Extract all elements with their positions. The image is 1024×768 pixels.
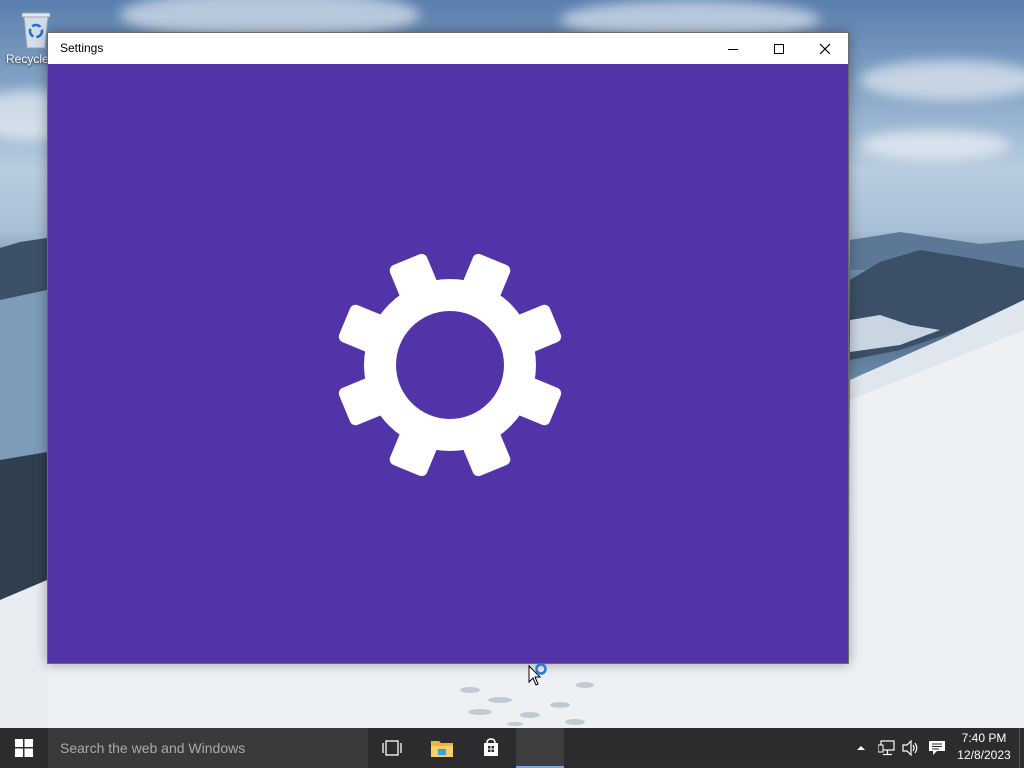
file-explorer-button[interactable] [418, 728, 466, 768]
maximize-icon [774, 43, 784, 54]
search-placeholder: Search the web and Windows [60, 740, 246, 756]
windows-logo-icon [15, 739, 33, 757]
search-box[interactable]: Search the web and Windows [48, 728, 368, 768]
action-center-button[interactable] [926, 728, 948, 768]
volume-button[interactable] [900, 728, 922, 768]
task-view-icon [382, 740, 402, 756]
minimize-button[interactable] [710, 33, 756, 64]
start-button[interactable] [0, 728, 48, 768]
clock-time: 7:40 PM [961, 731, 1007, 745]
desktop: Recycle Bin Settings Search the web and … [0, 0, 1024, 768]
maximize-button[interactable] [756, 33, 802, 64]
store-icon [484, 738, 498, 756]
busy-cursor-icon [528, 664, 547, 686]
title-bar[interactable]: Settings [48, 33, 848, 64]
show-hidden-icons-button[interactable] [853, 728, 869, 768]
window-title: Settings [60, 41, 104, 55]
taskbar: Search the web and Windows 7:40 PM 12/8/… [0, 728, 1024, 768]
show-desktop-button[interactable] [1019, 728, 1024, 768]
settings-taskbar-button[interactable] [516, 728, 564, 768]
window-content [48, 64, 848, 663]
volume-icon [902, 740, 918, 756]
minimize-icon [728, 48, 738, 50]
folder-icon [431, 741, 453, 757]
settings-window[interactable]: Settings [47, 32, 849, 664]
close-button[interactable] [802, 33, 848, 64]
clock[interactable]: 7:40 PM 12/8/2023 [950, 730, 1018, 766]
store-button[interactable] [467, 728, 515, 768]
task-view-button[interactable] [368, 728, 416, 768]
network-icon [878, 740, 895, 756]
gear-icon [338, 253, 562, 477]
chevron-up-icon [857, 746, 865, 750]
network-button[interactable] [876, 728, 898, 768]
close-icon [819, 43, 831, 54]
clock-date: 12/8/2023 [957, 748, 1011, 762]
action-center-icon [929, 741, 945, 755]
